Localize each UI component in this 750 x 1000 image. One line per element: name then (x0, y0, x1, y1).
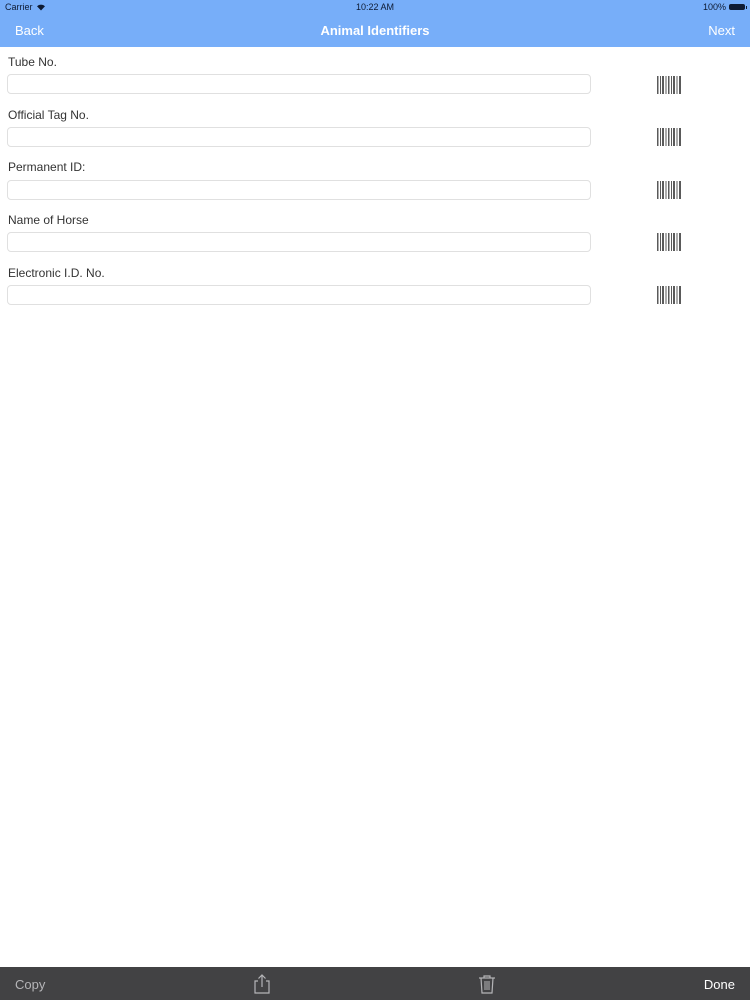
status-time: 10:22 AM (355, 2, 395, 12)
battery-icon (729, 4, 747, 10)
barcode-scan-icon[interactable] (657, 286, 681, 304)
barcode-scan-icon[interactable] (657, 233, 681, 251)
tube-no-label: Tube No. (8, 55, 57, 69)
battery-percent: 100% (702, 2, 726, 12)
tube-no-input[interactable] (7, 74, 591, 94)
electronic-id-no-input[interactable] (7, 285, 591, 305)
name-of-horse-label: Name of Horse (8, 213, 89, 227)
permanent-id-input[interactable] (7, 180, 591, 200)
barcode-scan-icon[interactable] (657, 76, 681, 94)
barcode-scan-icon[interactable] (657, 181, 681, 199)
nav-bar: Carrier 10:22 AM 100% Back Animal Identi… (0, 0, 750, 47)
next-button[interactable]: Next (708, 23, 735, 38)
bottom-toolbar: Copy Done (0, 967, 750, 1000)
status-battery: 100% (702, 2, 747, 12)
permanent-id-label: Permanent ID: (8, 160, 86, 174)
share-icon[interactable] (253, 974, 271, 994)
name-of-horse-input[interactable] (7, 232, 591, 252)
official-tag-no-label: Official Tag No. (8, 108, 89, 122)
done-button[interactable]: Done (704, 977, 735, 992)
official-tag-no-input[interactable] (7, 127, 591, 147)
electronic-id-no-label: Electronic I.D. No. (8, 266, 105, 280)
barcode-scan-icon[interactable] (657, 128, 681, 146)
trash-icon[interactable] (478, 974, 496, 994)
page-title: Animal Identifiers (320, 23, 430, 38)
copy-button[interactable]: Copy (15, 977, 45, 992)
